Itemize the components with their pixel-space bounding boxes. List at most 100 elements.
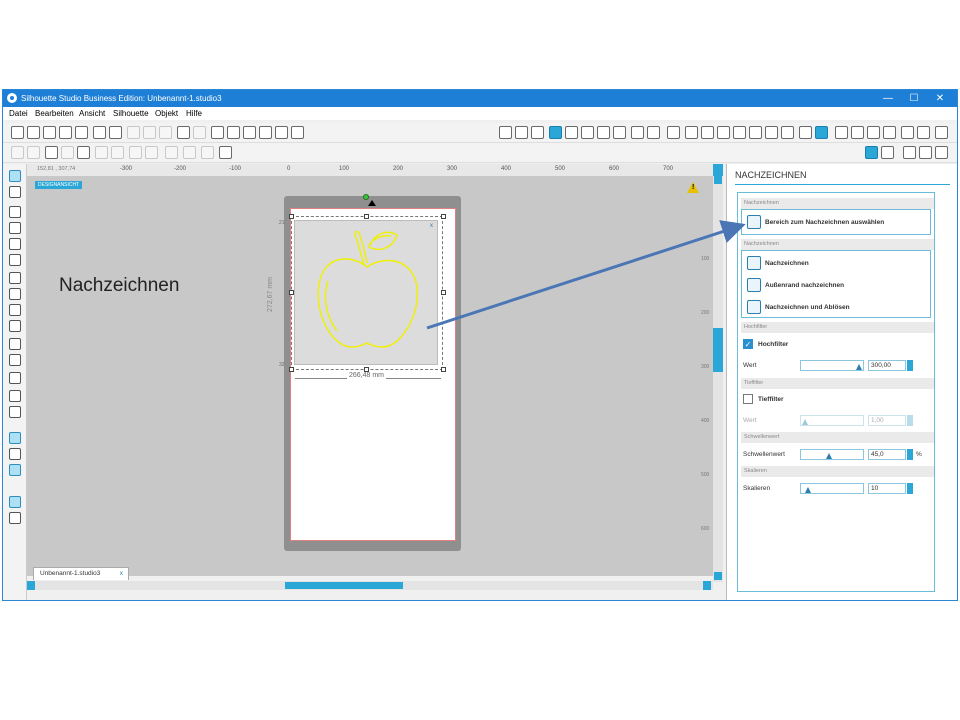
scale-spinner[interactable] (907, 483, 913, 494)
pan-hand-icon[interactable] (211, 126, 224, 139)
resize-handle[interactable] (289, 290, 294, 295)
align-icon[interactable] (749, 126, 762, 139)
line-width-icon[interactable] (631, 126, 644, 139)
scroll-left-arrow-icon[interactable] (27, 581, 35, 590)
duplicate-icon[interactable] (95, 146, 108, 159)
library-icon[interactable] (799, 126, 812, 139)
nesting-icon[interactable] (851, 126, 864, 139)
slider-thumb[interactable] (856, 364, 862, 370)
lowpass-checkbox[interactable] (743, 394, 753, 404)
regular-polygon-tool-icon[interactable] (9, 354, 21, 366)
send-to-cutter-icon[interactable] (109, 126, 122, 139)
replicate-icon[interactable] (701, 126, 714, 139)
curve-tool-icon[interactable] (9, 288, 21, 300)
grid-icon[interactable] (531, 126, 544, 139)
undo-icon[interactable] (177, 126, 190, 139)
sketch-icon[interactable] (647, 126, 660, 139)
line-style-icon[interactable] (613, 126, 626, 139)
line-tool-icon[interactable] (9, 206, 21, 218)
open-library-icon[interactable] (43, 126, 56, 139)
menu-datei[interactable]: Datei (9, 109, 28, 118)
canvas-horizontal-scrollbar[interactable] (27, 581, 713, 590)
bring-forward-icon[interactable] (45, 146, 58, 159)
save-as-icon[interactable] (75, 126, 88, 139)
zoom-out-icon[interactable] (243, 126, 256, 139)
threshold-spinner[interactable] (907, 449, 913, 460)
arc-tool-icon[interactable] (9, 338, 21, 350)
alternate-view-icon[interactable] (881, 146, 894, 159)
new-document-icon[interactable] (11, 126, 24, 139)
freehand-tool-icon[interactable] (9, 304, 21, 316)
resize-handle[interactable] (364, 214, 369, 219)
point-edit-tool-icon[interactable] (9, 186, 21, 198)
eraser-icon[interactable] (781, 126, 794, 139)
scroll-up-arrow-icon[interactable] (714, 176, 722, 184)
knife-icon[interactable] (765, 126, 778, 139)
slider-thumb[interactable] (805, 487, 811, 493)
offset-icon[interactable] (733, 126, 746, 139)
zoom-select-icon[interactable] (259, 126, 272, 139)
document-tab-close-icon[interactable]: x (120, 568, 123, 580)
rounded-rectangle-tool-icon[interactable] (9, 238, 21, 250)
point-edit-icon[interactable] (201, 146, 214, 159)
resize-handle[interactable] (441, 367, 446, 372)
send-backward-icon[interactable] (61, 146, 74, 159)
bring-to-front-icon[interactable] (77, 146, 90, 159)
rectangle-tool-icon[interactable] (9, 222, 21, 234)
rotate-handle[interactable] (363, 194, 369, 200)
transform-icon[interactable] (685, 126, 698, 139)
scroll-down-arrow-icon[interactable] (714, 572, 722, 580)
resize-handle[interactable] (441, 290, 446, 295)
trace-button[interactable]: Nachzeichnen (765, 260, 809, 267)
open-folder-icon[interactable] (27, 126, 40, 139)
line-color-icon[interactable] (597, 126, 610, 139)
draw-cut-mode-icon[interactable] (9, 432, 21, 444)
scale-value-input[interactable]: 10 (868, 483, 906, 494)
font-icon[interactable] (867, 126, 880, 139)
text-style-icon[interactable] (667, 126, 680, 139)
print-and-cut-icon[interactable] (835, 126, 848, 139)
threshold-slider[interactable] (800, 449, 864, 460)
select-all-icon[interactable] (219, 146, 232, 159)
send-icon[interactable] (919, 146, 932, 159)
lowpass-slider[interactable] (800, 415, 864, 426)
minimize-button[interactable]: — (875, 91, 901, 106)
knife-tool-icon[interactable] (9, 406, 21, 418)
layers-icon[interactable] (901, 126, 914, 139)
design-page-icon[interactable] (515, 126, 528, 139)
trace-panel-icon[interactable] (815, 126, 828, 139)
zoom-in-icon[interactable] (227, 126, 240, 139)
maximize-button[interactable]: ☐ (901, 91, 927, 106)
threshold-value-input[interactable]: 45,0 (868, 449, 906, 460)
menu-objekt[interactable]: Objekt (155, 109, 178, 118)
traced-image[interactable]: x (294, 220, 438, 365)
modify-icon[interactable] (717, 126, 730, 139)
refresh-icon[interactable] (935, 146, 948, 159)
ungroup-icon[interactable] (27, 146, 40, 159)
save-icon[interactable] (59, 126, 72, 139)
highpass-value-input[interactable]: 300,00 (868, 360, 906, 371)
fill-color-icon[interactable] (549, 126, 562, 139)
slider-thumb[interactable] (802, 419, 808, 425)
scale-slider[interactable] (800, 483, 864, 494)
page-setup-icon[interactable] (499, 126, 512, 139)
paste-icon[interactable] (143, 126, 156, 139)
menu-hilfe[interactable]: Hilfe (186, 109, 202, 118)
eraser-tool-icon[interactable] (9, 390, 21, 402)
copy-icon[interactable] (127, 126, 140, 139)
select-tool-icon[interactable] (9, 170, 21, 182)
trace-outer-edge-button[interactable]: Außenrand nachzeichnen (765, 282, 844, 289)
resize-handle[interactable] (289, 367, 294, 372)
fit-to-page-icon[interactable] (291, 126, 304, 139)
library-tool-icon[interactable] (9, 448, 21, 460)
menu-ansicht[interactable]: Ansicht (79, 109, 105, 118)
rhinestone-icon[interactable] (883, 126, 896, 139)
select-trace-area-button[interactable]: Bereich zum Nachzeichnen auswählen (765, 219, 884, 226)
vertical-scroll-thumb[interactable] (713, 328, 723, 372)
text-tool-icon[interactable] (9, 372, 21, 384)
highpass-spinner[interactable] (907, 360, 913, 371)
highpass-checkbox[interactable]: ✓ (743, 339, 753, 349)
group-icon[interactable] (11, 146, 24, 159)
weld-icon[interactable] (165, 146, 178, 159)
design-canvas[interactable]: DESIGNANSICHT ! 100 200 300 400 500 600 (27, 176, 713, 576)
